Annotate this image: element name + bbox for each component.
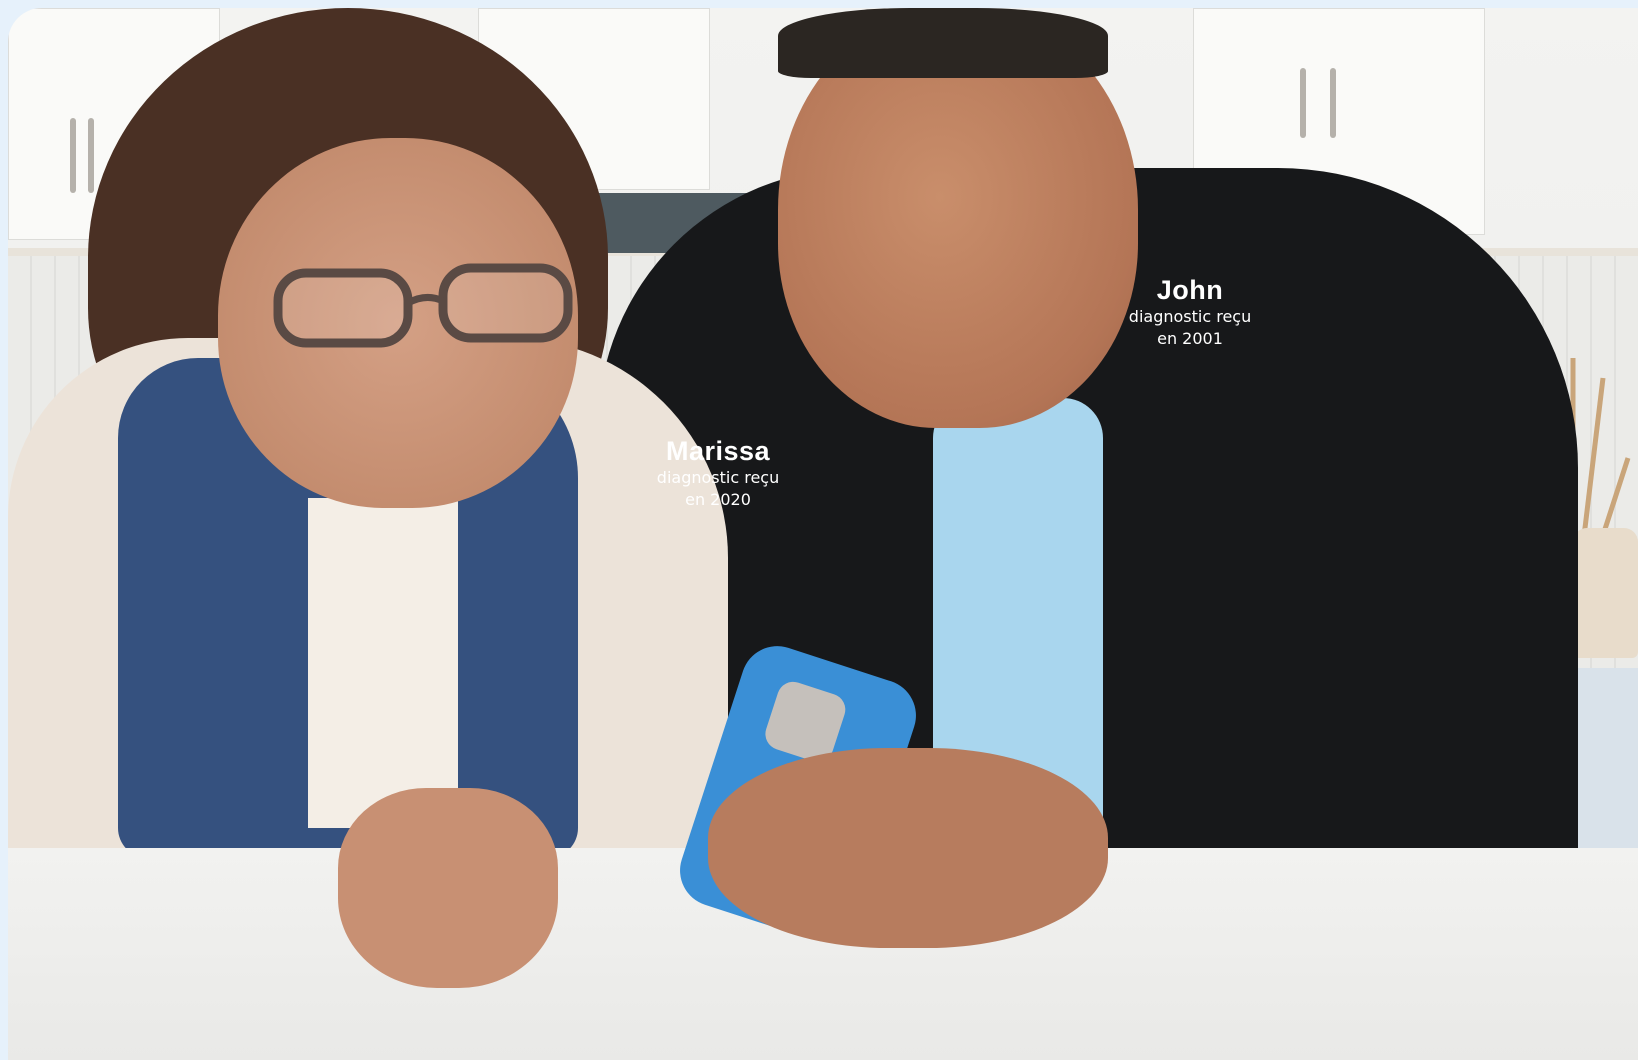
cabinet-handle [70, 118, 76, 193]
hero-photo: Marissa diagnostic reçu en 2020 John dia… [8, 8, 1638, 1060]
diagnosis-text: diagnostic reçu [1128, 307, 1252, 326]
diagnosis-year: en 2020 [685, 490, 751, 509]
person-name: Marissa [665, 436, 771, 466]
cabinet-handle [88, 118, 94, 193]
cabinet-handle [1330, 68, 1336, 138]
diagnosis-text: diagnostic reçu [656, 468, 780, 487]
man-hair [778, 8, 1108, 78]
person-label-john: John diagnostic reçu en 2001 [1100, 275, 1280, 350]
glasses-icon [273, 263, 573, 348]
girl-shirt [308, 498, 458, 828]
vase [1573, 528, 1638, 658]
girl-hands [338, 788, 558, 988]
person-name: John [1156, 275, 1224, 305]
person-label-marissa: Marissa diagnostic reçu en 2020 [628, 436, 808, 511]
diagnosis-year: en 2001 [1157, 329, 1223, 348]
man-hand [708, 748, 1108, 948]
cabinet-handle [1300, 68, 1306, 138]
